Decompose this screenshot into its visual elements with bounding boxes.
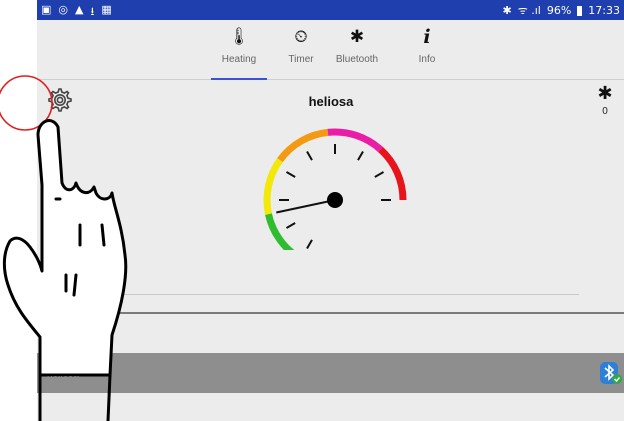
- app-screen: ▣ ◎ ▲ ⭳ ▦ ✱ ᯤ .ıl 96% 17:33 🌡 Heating ⏲ …: [37, 0, 624, 421]
- gauge-arc-segment: [265, 213, 295, 250]
- gauge-tick: [286, 222, 296, 229]
- tab-bluetooth[interactable]: ✱ Bluetooth: [329, 26, 385, 80]
- gauge-arc-segment: [277, 128, 329, 163]
- signal-icon: ᯤ .ıl: [517, 4, 541, 17]
- tab-label: Heating: [221, 54, 257, 65]
- tab-label: Timer: [288, 54, 314, 65]
- gauge-needle: [276, 199, 336, 214]
- bluetooth-connection-status[interactable]: ✱ 0: [593, 83, 617, 118]
- gauge-tick: [306, 239, 313, 249]
- gauge-tick: [357, 151, 364, 161]
- bluetooth-status-icon: ✱: [502, 4, 512, 17]
- heating-gauge[interactable]: [255, 120, 415, 250]
- clock: 17:33: [588, 4, 620, 17]
- power-control-row: [37, 280, 624, 310]
- status-icons-right: ✱ ᯤ .ıl 96% 17:33: [502, 3, 620, 18]
- gauge-hub: [327, 192, 343, 208]
- battery-percent: 96%: [546, 4, 572, 17]
- info-icon: i: [423, 26, 431, 48]
- heating-slider-knob[interactable]: [83, 290, 91, 298]
- device-filter-label[interactable]: All: [47, 330, 58, 341]
- gauge-tick: [306, 151, 313, 161]
- tab-label: Info: [418, 54, 436, 65]
- device-title: heliosa: [308, 94, 354, 109]
- gauge-tick: [286, 171, 296, 178]
- thermometer-icon: 🌡: [228, 27, 250, 47]
- bluetooth-connected-icon: [600, 362, 622, 384]
- gauge-arc-segment: [263, 157, 283, 215]
- tab-heating[interactable]: 🌡 Heating: [211, 26, 267, 80]
- gauge-arc-segment: [378, 146, 407, 201]
- tab-info[interactable]: i Info: [399, 26, 455, 80]
- tab-timer[interactable]: ⏲ Timer: [273, 26, 329, 80]
- device-list-row[interactable]: heliosa: [37, 353, 624, 393]
- heating-slider-track[interactable]: [85, 294, 579, 295]
- tab-label: Bluetooth: [335, 54, 379, 65]
- device-name: heliosa: [47, 369, 79, 380]
- settings-gear-icon[interactable]: [45, 86, 73, 114]
- status-bar: ▣ ◎ ▲ ⭳ ▦ ✱ ᯤ .ıl 96% 17:33: [37, 0, 624, 20]
- tab-bar: 🌡 Heating ⏲ Timer ✱ Bluetooth i Info: [37, 20, 624, 80]
- battery-icon: [577, 5, 583, 16]
- bluetooth-icon: ✱: [349, 27, 365, 47]
- section-divider: [37, 312, 624, 314]
- connection-count: 0: [602, 106, 608, 117]
- bluetooth-icon: ✱: [597, 83, 613, 104]
- power-icon[interactable]: [47, 284, 69, 306]
- timer-icon: ⏲: [294, 27, 308, 47]
- gauge-tick: [374, 171, 384, 178]
